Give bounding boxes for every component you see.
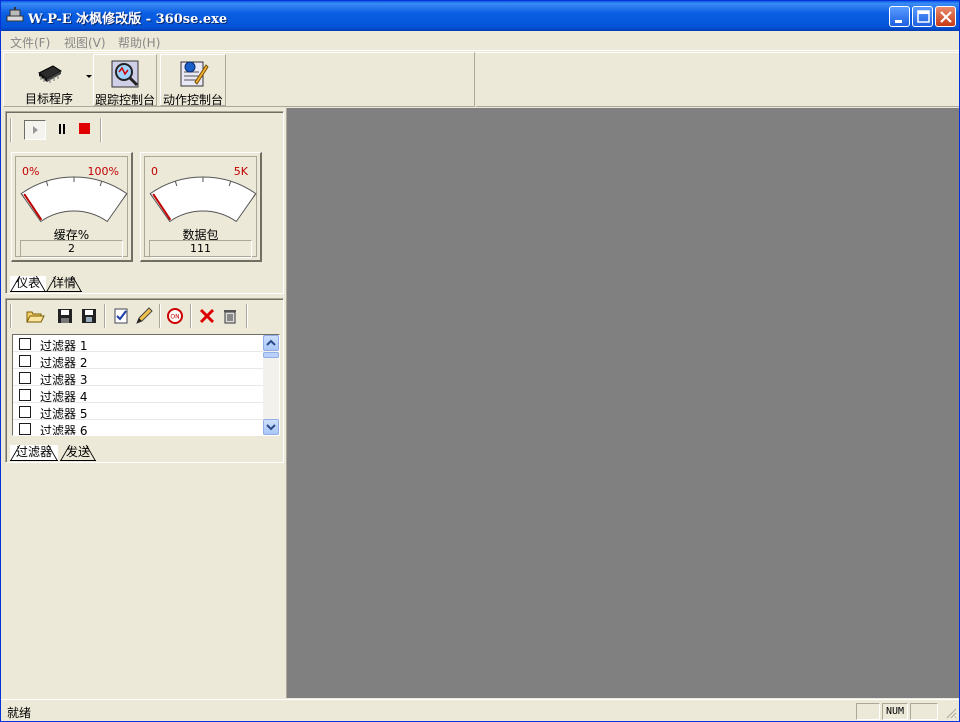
workspace-area[interactable] (286, 108, 959, 698)
scroll-up-button[interactable] (263, 335, 279, 351)
menu-bar: 文件(F) 视图(V) 帮助(H) (1, 31, 959, 51)
chip-icon (38, 65, 62, 83)
chevron-down-icon (266, 424, 276, 431)
filter-list[interactable]: 过滤器 1 过滤器 2 过滤器 3 过滤器 4 过滤器 5 过滤器 6 (12, 334, 280, 436)
status-bar: 就绪 NUM (1, 699, 959, 721)
delete-filter-button[interactable] (196, 306, 218, 326)
menu-file[interactable]: 文件(F) (10, 34, 50, 51)
action-console-label: 动作控制台 (162, 93, 223, 107)
save-filter-button[interactable] (54, 306, 76, 326)
pause-button[interactable] (52, 120, 74, 140)
gauge-dial (20, 176, 128, 223)
packet-gauge: 0 5K 数据包 111 (140, 152, 262, 262)
title-bar[interactable]: W-P-E 冰枫修改版 - 360se.exe (1, 1, 959, 31)
list-item[interactable]: 过滤器 6 (13, 420, 265, 436)
gauge-value: 111 (149, 240, 252, 258)
save-all-icon (82, 309, 96, 323)
check-doc-icon (114, 308, 128, 324)
window-title: W-P-E 冰枫修改版 - 360se.exe (28, 12, 228, 27)
on-off-icon: ON (167, 308, 183, 324)
action-pencil-icon (180, 61, 209, 87)
stop-icon (79, 123, 90, 134)
red-x-icon (199, 308, 215, 324)
menu-view[interactable]: 视图(V) (64, 34, 106, 51)
scroll-thumb[interactable] (263, 352, 279, 358)
trace-magnifier-icon (111, 60, 139, 88)
pencil-icon (136, 307, 153, 324)
filter-checkbox[interactable] (19, 338, 31, 350)
action-console-button[interactable]: 动作控制台 (160, 54, 226, 107)
filter-scrollbar[interactable] (263, 335, 279, 435)
svg-text:ON: ON (170, 314, 179, 321)
close-button[interactable] (935, 6, 956, 27)
target-program-button[interactable]: 目标程序 (10, 54, 88, 106)
list-item[interactable]: 过滤器 4 (13, 386, 265, 404)
folder-open-icon (26, 311, 45, 323)
maximize-button[interactable] (912, 6, 933, 27)
gauge-dial (149, 176, 257, 223)
filter-checkbox[interactable] (19, 406, 31, 418)
chevron-up-icon (266, 339, 276, 346)
toolbar-empty-area (476, 52, 959, 107)
main-toolbar: 目标程序 跟踪控制台 动作控制台 (3, 52, 475, 107)
clear-filters-button[interactable] (219, 306, 241, 326)
app-icon (6, 7, 24, 22)
filter-checkbox[interactable] (19, 372, 31, 384)
tab-meter[interactable]: 仪表 (10, 276, 47, 292)
list-item[interactable]: 过滤器 1 (13, 335, 265, 353)
status-text: 就绪 (7, 706, 32, 720)
play-icon (33, 126, 38, 134)
tab-filters[interactable]: 过滤器 (10, 445, 59, 461)
filter-pane: ON 过滤器 1 过滤器 2 过滤器 3 过滤器 4 过滤器 5 过滤器 6 过… (5, 298, 284, 463)
modify-filter-button[interactable] (133, 306, 155, 326)
tab-details[interactable]: 详情 (46, 276, 83, 292)
pause-icon (59, 124, 65, 134)
scroll-down-button[interactable] (263, 419, 279, 435)
filter-checkbox[interactable] (19, 389, 31, 401)
list-item[interactable]: 过滤器 2 (13, 352, 265, 370)
filter-label: 过滤器 6 (40, 424, 88, 436)
stop-button[interactable] (74, 120, 96, 140)
save-icon (58, 309, 72, 323)
filter-checkbox[interactable] (19, 355, 31, 367)
play-button[interactable] (24, 120, 46, 140)
trash-icon (224, 310, 236, 324)
status-panel-caps (856, 703, 880, 720)
list-item[interactable]: 过滤器 5 (13, 403, 265, 421)
open-filter-button[interactable] (24, 306, 46, 326)
trace-console-label: 跟踪控制台 (94, 93, 155, 107)
target-dropdown-arrow-icon[interactable] (86, 75, 92, 78)
minimize-button[interactable] (889, 6, 910, 27)
status-panel-num: NUM (882, 703, 908, 720)
edit-filter-button[interactable] (110, 306, 132, 326)
filter-checkbox[interactable] (19, 423, 31, 435)
list-item[interactable]: 过滤器 3 (13, 369, 265, 387)
left-panel: 0% 100% 缓存% 2 0 5K 数据包 111 仪表 详情 ON 过滤器 … (3, 108, 285, 698)
save-all-button[interactable] (78, 306, 100, 326)
main-window: W-P-E 冰枫修改版 - 360se.exe 文件(F) 视图(V) 帮助(H… (0, 0, 960, 722)
resize-grip-icon[interactable] (945, 707, 957, 719)
menu-help[interactable]: 帮助(H) (118, 34, 160, 51)
status-panel-scroll (910, 703, 938, 720)
target-program-label: 目标程序 (24, 92, 73, 106)
trace-console-button[interactable]: 跟踪控制台 (93, 54, 157, 107)
cache-gauge: 0% 100% 缓存% 2 (11, 152, 133, 262)
gauge-value: 2 (20, 240, 123, 258)
tab-send[interactable]: 发送 (60, 445, 97, 461)
toggle-filter-button[interactable]: ON (164, 306, 186, 326)
gauge-pane: 0% 100% 缓存% 2 0 5K 数据包 111 仪表 详情 (5, 111, 284, 294)
